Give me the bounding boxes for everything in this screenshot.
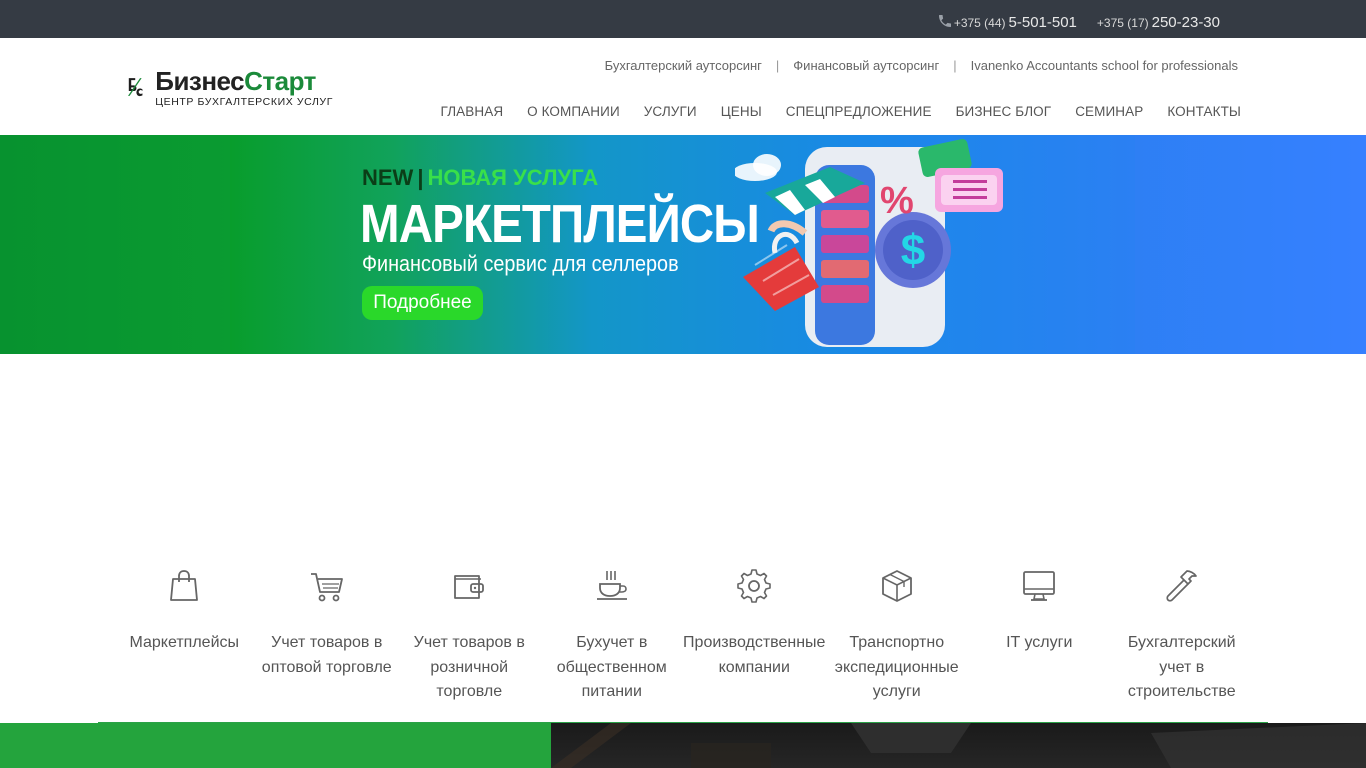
banner-slide: NEW | НОВАЯ УСЛУГА МАРКЕТПЛЕЙСЫ Финансовый… [230, 135, 1135, 354]
bottom-photo-panel [551, 723, 1366, 768]
nav-item-services[interactable]: УСЛУГИ [644, 104, 697, 119]
coffee-cup-icon [596, 571, 627, 600]
nav-item-special-offer[interactable]: СПЕЦПРЕДЛОЖЕНИЕ [786, 104, 932, 119]
phone-link-landline[interactable]: +375 (17) 250-23-30 [1097, 14, 1220, 31]
category-label: Транспортно экспедиционные услуги [834, 634, 959, 700]
nav-item-prices[interactable]: ЦЕНЫ [721, 104, 762, 119]
nav-item-business-blog[interactable]: БИЗНЕС БЛОГ [956, 104, 1052, 119]
secondary-nav: Бухгалтерский аутсорсинг | Финансовый ау… [605, 58, 1238, 73]
phone-number: 250-23-30 [1151, 14, 1220, 31]
bottom-green-panel [0, 723, 551, 768]
logo-title-black: Бизнес [155, 65, 245, 96]
category-label: Бухучет в общественном питании [556, 634, 667, 700]
category-label: Маркетплейсы [129, 634, 239, 651]
banner-title: МАРКЕТПЛЕЙСЫ [360, 194, 760, 254]
monitor-icon [1023, 571, 1056, 601]
category-marketplaces[interactable]: Маркетплейсы [113, 560, 256, 715]
svg-text:$: $ [901, 226, 925, 275]
nav-separator: | [775, 58, 780, 73]
nav-item-seminar[interactable]: СЕМИНАР [1075, 104, 1143, 119]
promo-banner[interactable]: NEW | НОВАЯ УСЛУГА МАРКЕТПЛЕЙСЫ Финансовый… [0, 135, 1366, 354]
nav-item-home[interactable]: ГЛАВНАЯ [441, 104, 504, 119]
category-catering[interactable]: Бухучет в общественном питании [541, 560, 684, 715]
category-manufacturing[interactable]: Производственные компании [683, 560, 826, 715]
logo-title-green: Старт [244, 65, 316, 96]
box-icon [881, 570, 912, 602]
top-bar: +375 (44) 5-501-501 +375 (17) 250-23-30 [0, 0, 1366, 38]
category-label: Бухгалтерский учет в строительстве [1127, 634, 1236, 700]
banner-tag-text: НОВАЯ УСЛУГА [427, 165, 599, 190]
logo-title: БизнесСтарт [155, 67, 333, 95]
secondary-nav-school[interactable]: Ivanenko Accountants school for professi… [971, 58, 1238, 73]
phone-code: +375 (44) [953, 16, 1006, 30]
cart-icon [310, 573, 343, 602]
phone-numbers: +375 (44) 5-501-501 +375 (17) 250-23-30 [937, 11, 1220, 31]
secondary-nav-financial-outsourcing[interactable]: Финансовый аутсорсинг [793, 58, 939, 73]
industry-categories: Маркетплейсы Учет товаров в оптовой торг… [113, 560, 1253, 715]
main-nav: ГЛАВНАЯ О КОМПАНИИ УСЛУГИ ЦЕНЫ СПЕЦПРЕДЛ… [441, 104, 1241, 119]
secondary-nav-accounting-outsourcing[interactable]: Бухгалтерский аутсорсинг [605, 58, 762, 73]
nav-item-about[interactable]: О КОМПАНИИ [527, 104, 620, 119]
category-wholesale[interactable]: Учет товаров в оптовой торговле [256, 560, 399, 715]
nav-item-contacts[interactable]: КОНТАКТЫ [1167, 104, 1241, 119]
logo-subtitle: ЦЕНТР БУХГАЛТЕРСКИХ УСЛУГ [155, 95, 333, 108]
site-header: БизнесСтарт ЦЕНТР БУХГАЛТЕРСКИХ УСЛУГ Бу… [0, 38, 1366, 135]
phone-number: 5-501-501 [1008, 14, 1077, 31]
gear-icon [737, 569, 772, 603]
banner-more-button[interactable]: Подробнее [362, 286, 483, 320]
logo-text: БизнесСтарт ЦЕНТР БУХГАЛТЕРСКИХ УСЛУГ [155, 67, 333, 108]
banner-tag: NEW | НОВАЯ УСЛУГА [362, 165, 598, 191]
phone-code: +375 (17) [1096, 16, 1149, 30]
hammer-icon [1166, 570, 1197, 602]
svg-text:%: % [880, 180, 914, 222]
office-photo-icon [551, 723, 1366, 768]
category-label: Учет товаров в розничной торговле [413, 634, 525, 700]
phone-icon [938, 15, 951, 27]
logo[interactable]: БизнесСтарт ЦЕНТР БУХГАЛТЕРСКИХ УСЛУГ [128, 63, 333, 111]
category-it[interactable]: IT услуги [968, 560, 1111, 715]
category-logistics[interactable]: Транспортно экспедиционные услуги [826, 560, 969, 715]
marketplace-illustration-icon: $ % [735, 139, 1003, 347]
logo-mark-icon [128, 78, 143, 97]
category-label: IT услуги [1006, 634, 1073, 651]
nav-separator: | [953, 58, 957, 73]
category-label: Производственные компании [683, 634, 826, 676]
shopping-bag-icon [170, 570, 199, 601]
banner-subtitle: Финансовый сервис для селлеров [362, 251, 679, 276]
phone-link-mobile[interactable]: +375 (44) 5-501-501 [937, 11, 1077, 31]
category-label: Учет товаров в оптовой торговле [261, 634, 392, 676]
category-retail[interactable]: Учет товаров в розничной торговле [398, 560, 541, 715]
banner-tag-separator: | [417, 165, 424, 190]
category-construction[interactable]: Бухгалтерский учет в строительстве [1111, 560, 1254, 715]
wallet-icon [454, 575, 485, 599]
banner-tag-new: NEW [362, 165, 414, 190]
